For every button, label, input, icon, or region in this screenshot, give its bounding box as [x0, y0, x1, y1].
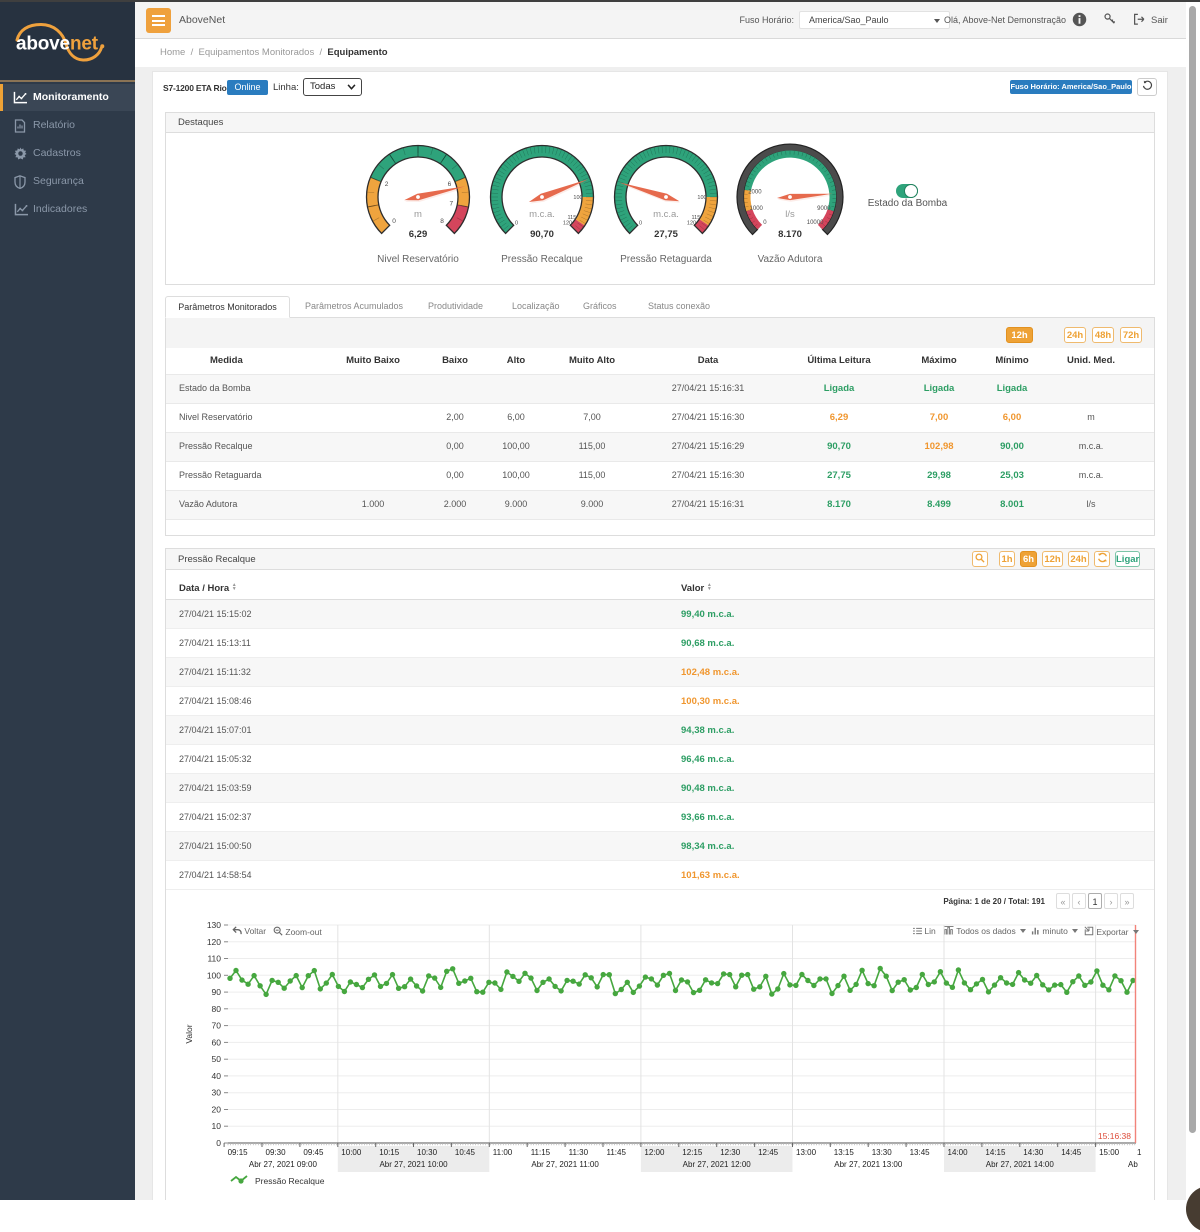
svg-text:13:45: 13:45	[910, 1148, 931, 1157]
svg-text:11:45: 11:45	[607, 1148, 627, 1157]
svg-text:Abr 27, 2021 09:00: Abr 27, 2021 09:00	[249, 1160, 318, 1169]
svg-text:90: 90	[212, 987, 222, 997]
svg-text:110: 110	[207, 954, 221, 964]
svg-text:net: net	[70, 34, 99, 55]
svg-text:12:00: 12:00	[644, 1148, 665, 1157]
svg-text:0: 0	[639, 221, 642, 227]
svg-text:40: 40	[212, 1071, 222, 1081]
svg-text:120: 120	[687, 221, 696, 227]
svg-text:13:30: 13:30	[872, 1148, 893, 1157]
svg-text:1: 1	[1137, 1148, 1142, 1157]
svg-text:10:30: 10:30	[417, 1148, 438, 1157]
svg-text:11:15: 11:15	[531, 1148, 551, 1157]
svg-text:80: 80	[212, 1004, 222, 1014]
svg-text:12:30: 12:30	[720, 1148, 741, 1157]
svg-text:0: 0	[216, 1138, 221, 1148]
svg-text:09:45: 09:45	[303, 1148, 324, 1157]
svg-text:7: 7	[449, 201, 453, 208]
svg-text:Abr 27, 2021 10:00: Abr 27, 2021 10:00	[379, 1160, 448, 1169]
svg-text:120: 120	[207, 937, 221, 947]
svg-text:14:30: 14:30	[1023, 1148, 1044, 1157]
svg-text:20: 20	[212, 1105, 222, 1115]
svg-text:10: 10	[212, 1121, 222, 1131]
svg-text:Abr 27, 2021 13:00: Abr 27, 2021 13:00	[834, 1160, 903, 1169]
svg-text:11:30: 11:30	[569, 1148, 589, 1157]
svg-text:12:15: 12:15	[682, 1148, 703, 1157]
svg-text:12:45: 12:45	[758, 1148, 779, 1157]
svg-text:09:30: 09:30	[266, 1148, 287, 1157]
svg-text:Abr 27, 2021 14:00: Abr 27, 2021 14:00	[986, 1160, 1055, 1169]
svg-text:50: 50	[212, 1054, 222, 1064]
svg-text:6: 6	[448, 181, 452, 188]
svg-text:2: 2	[385, 181, 389, 188]
svg-text:14:00: 14:00	[948, 1148, 969, 1157]
svg-text:2000: 2000	[748, 189, 762, 195]
svg-text:100: 100	[697, 195, 706, 201]
svg-text:above: above	[16, 34, 70, 55]
svg-text:15:16:38: 15:16:38	[1098, 1131, 1131, 1141]
svg-text:10000: 10000	[807, 220, 824, 226]
svg-text:14:15: 14:15	[985, 1148, 1006, 1157]
svg-text:15:00: 15:00	[1099, 1148, 1120, 1157]
svg-text:10:15: 10:15	[379, 1148, 400, 1157]
svg-text:30: 30	[212, 1088, 222, 1098]
svg-text:13:00: 13:00	[796, 1148, 817, 1157]
svg-text:60: 60	[212, 1037, 222, 1047]
svg-text:13:15: 13:15	[834, 1148, 855, 1157]
svg-text:100: 100	[573, 195, 582, 201]
svg-text:10:00: 10:00	[341, 1148, 362, 1157]
svg-text:09:15: 09:15	[228, 1148, 249, 1157]
svg-text:10:45: 10:45	[455, 1148, 476, 1157]
svg-text:0: 0	[763, 220, 767, 226]
svg-text:14:45: 14:45	[1061, 1148, 1082, 1157]
svg-text:Pressão Recalque: Pressão Recalque	[255, 1176, 325, 1186]
svg-text:Ab: Ab	[1128, 1160, 1138, 1169]
svg-text:130: 130	[207, 920, 221, 930]
svg-text:120: 120	[563, 221, 572, 227]
svg-text:Abr 27, 2021 12:00: Abr 27, 2021 12:00	[683, 1160, 752, 1169]
svg-text:Abr 27, 2021 11:00: Abr 27, 2021 11:00	[531, 1160, 599, 1169]
svg-text:11:00: 11:00	[493, 1148, 513, 1157]
svg-text:0: 0	[515, 221, 518, 227]
svg-text:100: 100	[207, 970, 221, 980]
svg-text:70: 70	[212, 1021, 222, 1031]
svg-text:Valor: Valor	[184, 1024, 194, 1043]
